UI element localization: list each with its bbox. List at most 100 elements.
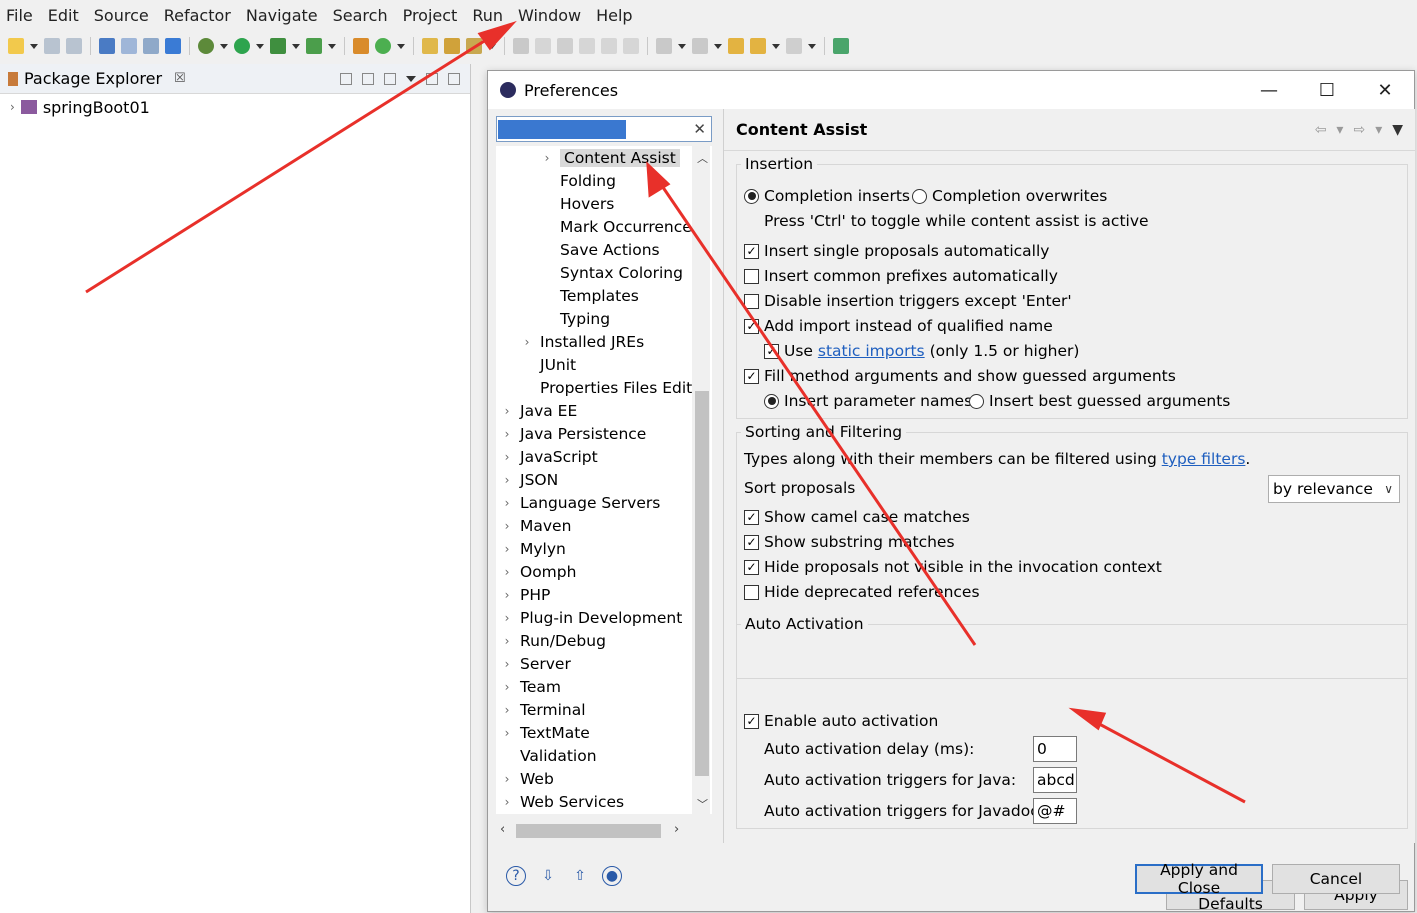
apply-and-close-button[interactable]: Apply and Close	[1135, 861, 1263, 897]
menu-item-help[interactable]: Help	[596, 6, 632, 25]
tree-item-web[interactable]: › Web	[500, 767, 554, 790]
search-icon[interactable]	[466, 38, 482, 54]
tree-item-mark-occurrence[interactable]: Mark Occurrence	[540, 215, 692, 238]
chevron-right-icon[interactable]: ›	[500, 726, 514, 740]
chevron-right-icon[interactable]: ›	[500, 450, 514, 464]
checkbox-unchecked[interactable]	[744, 293, 759, 309]
chevron-down-icon[interactable]	[30, 43, 38, 49]
filter-input[interactable]	[500, 120, 685, 138]
tree-item-maven[interactable]: › Maven	[500, 514, 572, 537]
export-icon[interactable]: ⇧	[570, 866, 590, 886]
chevron-right-icon[interactable]: ›	[500, 657, 514, 671]
insert-single-checkbox[interactable]: ✓ Insert single proposals automatically	[744, 242, 1049, 260]
close-icon[interactable]: ☒	[174, 71, 186, 86]
menu-item-navigate[interactable]: Navigate	[246, 6, 318, 25]
tree-item-junit[interactable]: JUnit	[520, 353, 576, 376]
radio-off[interactable]	[912, 188, 927, 204]
chevron-right-icon[interactable]: ›	[500, 404, 514, 418]
chevron-down-icon[interactable]	[488, 43, 496, 49]
filter-icon[interactable]	[384, 72, 396, 85]
chevron-right-icon[interactable]: ›	[500, 611, 514, 625]
tree-item-json[interactable]: › JSON	[500, 468, 559, 491]
new-package-icon[interactable]	[353, 38, 369, 54]
substring-checkbox[interactable]: ✓ Show substring matches	[744, 533, 955, 551]
tree-item-web-services[interactable]: › Web Services	[500, 790, 625, 813]
pin-editor-icon[interactable]	[833, 38, 849, 54]
tree-item-mylyn[interactable]: › Mylyn	[500, 537, 566, 560]
tab-package-explorer[interactable]: Package Explorer ☒	[8, 69, 186, 88]
open-type-icon[interactable]	[422, 38, 438, 54]
radio-on[interactable]	[744, 188, 759, 204]
tree-vertical-scrollbar[interactable]: ︿ ﹀	[692, 146, 710, 814]
terminal-icon[interactable]	[99, 38, 115, 54]
chevron-right-icon[interactable]: ›	[500, 703, 514, 717]
debug-icon[interactable]	[198, 38, 214, 54]
scroll-right-icon[interactable]: ›	[674, 822, 679, 837]
tree-item-java-persistence[interactable]: › Java Persistence	[500, 422, 647, 445]
java-triggers-input[interactable]: abcd	[1033, 767, 1077, 793]
checkbox-checked[interactable]: ✓	[744, 534, 759, 550]
previous-annotation-icon[interactable]	[692, 38, 708, 54]
tree-item-plug-in-development[interactable]: › Plug-in Development	[500, 606, 683, 629]
type-filters-link[interactable]: type filters	[1162, 450, 1246, 468]
tree-item-run-debug[interactable]: › Run/Debug	[500, 629, 606, 652]
chevron-down-icon[interactable]	[292, 43, 300, 49]
chevron-right-icon[interactable]: ›	[520, 335, 534, 349]
insert-best-guessed-radio[interactable]: Insert best guessed arguments	[969, 392, 1230, 410]
next-annotation-icon[interactable]	[656, 38, 672, 54]
menu-item-run[interactable]: Run	[472, 6, 503, 25]
checkbox-checked[interactable]: ✓	[744, 318, 759, 334]
chevron-down-icon[interactable]: ▾	[1336, 122, 1343, 138]
radio-off[interactable]	[969, 393, 984, 409]
view-menu-icon[interactable]: ▼	[1392, 122, 1403, 138]
tree-item-xml[interactable]: ›XML	[500, 813, 553, 814]
insert-common-checkbox[interactable]: Insert common prefixes automatically	[744, 267, 1058, 285]
save-all-icon[interactable]	[66, 38, 82, 54]
help-icon[interactable]: ?	[506, 866, 526, 886]
checkbox-unchecked[interactable]	[744, 268, 759, 284]
web-browser-icon[interactable]	[143, 38, 159, 54]
camel-case-checkbox[interactable]: ✓ Show camel case matches	[744, 508, 970, 526]
tree-item-server[interactable]: › Server	[500, 652, 571, 675]
chevron-down-icon[interactable]	[397, 43, 405, 49]
import-icon[interactable]: ⇩	[538, 866, 558, 886]
clear-icon[interactable]: ✕	[693, 120, 706, 138]
hide-deprecated-checkbox[interactable]: Hide deprecated references	[744, 583, 980, 601]
delay-input[interactable]: 0	[1033, 736, 1077, 762]
tree-item-hovers[interactable]: Hovers	[540, 192, 614, 215]
checkbox-checked[interactable]: ✓	[744, 368, 759, 384]
radio-on[interactable]	[764, 393, 779, 409]
chevron-right-icon[interactable]: ›	[540, 151, 554, 165]
completion-overwrites-radio[interactable]: Completion overwrites	[912, 187, 1107, 205]
run-icon[interactable]	[234, 38, 250, 54]
tree-item-php[interactable]: › PHP	[500, 583, 551, 606]
external-tools-icon[interactable]	[306, 38, 322, 54]
checkbox-checked[interactable]: ✓	[744, 243, 759, 259]
fill-method-checkbox[interactable]: ✓ Fill method arguments and show guessed …	[744, 367, 1176, 385]
menu-item-edit[interactable]: Edit	[48, 6, 79, 25]
hide-not-visible-checkbox[interactable]: ✓ Hide proposals not visible in the invoc…	[744, 558, 1162, 576]
menu-item-project[interactable]: Project	[403, 6, 458, 25]
chevron-right-icon[interactable]: ›	[500, 772, 514, 786]
tree-item-save-actions[interactable]: Save Actions	[540, 238, 660, 261]
back-icon[interactable]: ⇦	[1315, 122, 1327, 138]
chevron-right-icon[interactable]: ›	[500, 427, 514, 441]
view-menu-icon[interactable]	[406, 75, 416, 82]
chevron-down-icon[interactable]	[678, 43, 686, 49]
save-icon[interactable]	[44, 38, 60, 54]
new-icon[interactable]	[8, 38, 24, 54]
maximize-icon[interactable]: ☐	[1298, 71, 1356, 109]
tree-item-validation[interactable]: Validation	[500, 744, 597, 767]
use-static-checkbox[interactable]: ✓ Use static imports (only 1.5 or higher)	[764, 342, 1079, 360]
tree-item-folding[interactable]: Folding	[540, 169, 616, 192]
checkbox-checked[interactable]: ✓	[744, 509, 759, 525]
chevron-down-icon[interactable]	[220, 43, 228, 49]
chevron-down-icon[interactable]	[328, 43, 336, 49]
checkbox-checked[interactable]: ✓	[744, 713, 759, 729]
scrollbar-thumb[interactable]	[695, 391, 709, 776]
tree-item-syntax-coloring[interactable]: Syntax Coloring	[540, 261, 683, 284]
menu-item-window[interactable]: Window	[518, 6, 581, 25]
tree-item-templates[interactable]: Templates	[540, 284, 639, 307]
pilcrow-icon[interactable]	[623, 38, 639, 54]
forward-icon[interactable]: ⇨	[1353, 122, 1365, 138]
